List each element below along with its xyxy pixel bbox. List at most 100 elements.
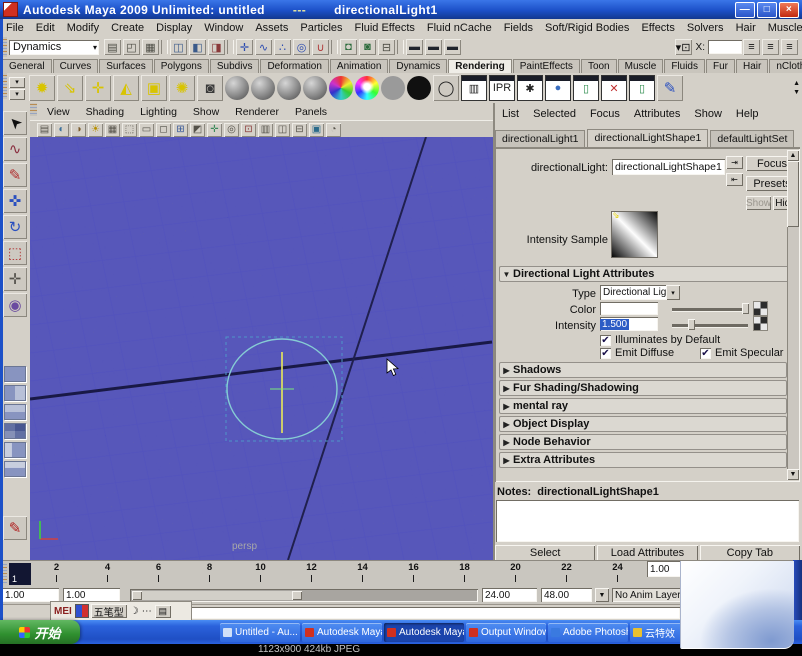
separator[interactable] [161, 40, 168, 54]
render-settings-icon[interactable]: ✱ [517, 75, 543, 101]
fill-mode-icon[interactable]: ◩ [190, 123, 205, 137]
drag-handle[interactable] [30, 103, 37, 116]
exposure-icon[interactable]: ◔ [326, 123, 341, 137]
attribute-editor-menu-item[interactable]: Focus [583, 108, 627, 120]
snap-grid-icon[interactable]: ✛ [236, 39, 253, 55]
soft-keyboard-icon[interactable]: ▤ [155, 605, 171, 618]
menu-item[interactable]: Fields [498, 22, 539, 34]
area-light-icon[interactable]: ▣ [141, 75, 167, 101]
camera-attributes-icon[interactable]: ◎ [224, 123, 239, 137]
separator[interactable] [397, 40, 404, 54]
collapsed-section[interactable]: ▶ Shadows [499, 362, 787, 378]
floating-window[interactable] [680, 561, 794, 649]
xray-icon[interactable]: ✛ [207, 123, 222, 137]
shelf-tab[interactable]: Rendering [448, 59, 511, 73]
output-connection-icon[interactable]: ◙ [359, 39, 376, 55]
select-hierarchy-icon[interactable]: ◫ [170, 39, 187, 55]
plugin-shapes-icon[interactable]: ▣ [309, 123, 324, 137]
attribute-editor-toggle-icon[interactable]: ≡ [743, 39, 760, 55]
copy-tab-button[interactable]: Copy Tab [700, 545, 800, 561]
menu-item[interactable]: Solvers [681, 22, 730, 34]
shelf-tab[interactable]: Toon [581, 59, 617, 73]
scrollbar-thumb[interactable] [787, 161, 799, 227]
range-start-handle[interactable] [132, 591, 142, 600]
hud-icon[interactable]: ⊟ [292, 123, 307, 137]
shelf-tab[interactable]: Curves [53, 59, 99, 73]
use-lights-icon[interactable]: ☀ [88, 123, 103, 137]
scroll-up-icon[interactable]: ▲ [787, 150, 799, 161]
attribute-editor-menu-item[interactable]: Attributes [627, 108, 687, 120]
shelf-tab[interactable]: Fur [706, 59, 735, 73]
start-button[interactable]: 开始 [0, 620, 80, 644]
attribute-editor-tab[interactable]: defaultLightSet [710, 130, 794, 147]
emit-diffuse-checkbox[interactable]: ✔ Emit Diffuse [600, 347, 674, 359]
ambient-light-icon[interactable]: ✹ [29, 75, 55, 101]
layout-single-pane-button[interactable] [4, 366, 26, 382]
playback-end-field[interactable]: 24.00 [482, 588, 537, 602]
shelf-tab[interactable]: Muscle [618, 59, 664, 73]
color-swatch[interactable] [600, 302, 658, 315]
viewport-menu-item[interactable]: Renderer [227, 106, 287, 118]
render-settings-icon[interactable]: ▬ [444, 39, 461, 55]
gate-mask-icon[interactable]: ⊞ [173, 123, 188, 137]
menu-item[interactable]: Window [198, 22, 249, 34]
collapsed-section[interactable]: ▶ Node Behavior [499, 434, 787, 450]
ime-punctuation-icon[interactable]: ⋯ [142, 606, 152, 617]
node-name-field[interactable]: directionalLightShape1 [612, 159, 725, 175]
tool-settings-toggle-icon[interactable]: ≡ [762, 39, 779, 55]
lambert-material-icon[interactable] [277, 76, 301, 100]
shelf-tab[interactable]: Hair [736, 59, 768, 73]
collapsed-section[interactable]: ▶ Extra Attributes [499, 452, 787, 468]
soft-mod-tool-icon[interactable]: ◉ [3, 293, 27, 317]
task-untitled[interactable]: Untitled - Au... [220, 623, 300, 642]
new-scene-icon[interactable]: ▤ [104, 39, 121, 55]
layout-persp-graph-button[interactable] [4, 461, 26, 477]
menu-item[interactable]: Edit [30, 22, 61, 34]
layout-two-panes-side-button[interactable] [4, 385, 26, 401]
film-gate-icon[interactable]: ▭ [139, 123, 154, 137]
viewport-menu-item[interactable]: Panels [287, 106, 335, 118]
menu-item[interactable]: Create [105, 22, 150, 34]
select-object-icon[interactable]: ◧ [189, 39, 206, 55]
construction-history-icon[interactable]: ⊟ [378, 39, 395, 55]
viewport-menu-item[interactable]: Show [185, 106, 227, 118]
render-current-frame-icon[interactable]: ▬ [406, 39, 423, 55]
task-maya-1[interactable]: Autodesk Maya... [302, 623, 382, 642]
open-scene-icon[interactable]: ◰ [123, 39, 140, 55]
shelf-tab[interactable]: Subdivs [210, 59, 260, 73]
separator[interactable] [331, 40, 338, 54]
move-tool-icon[interactable]: ✜ [3, 189, 27, 213]
snap-surface-icon[interactable]: ∪ [312, 39, 329, 55]
range-slider-track[interactable] [130, 589, 478, 602]
collapsed-section[interactable]: ▶ Object Display [499, 416, 787, 432]
color-slider-handle[interactable] [742, 303, 749, 314]
paint-effects-panel-icon[interactable]: ✎ [3, 516, 27, 540]
select-tool-icon[interactable]: ➤ [3, 111, 27, 135]
camera-icon[interactable]: ◙ [197, 75, 223, 101]
shelf-tab[interactable]: Polygons [154, 59, 209, 73]
attribute-editor-tab[interactable]: directionalLight1 [495, 130, 585, 147]
volume-light-icon[interactable]: ✺ [169, 75, 195, 101]
task-output-window[interactable]: Output Window [466, 623, 546, 642]
smooth-shade-icon[interactable]: ◐ [54, 123, 69, 137]
menu-set-dropdown[interactable]: Dynamics ▾ [9, 40, 99, 55]
ime-method-button[interactable]: 五笔型 [91, 604, 127, 618]
select-button[interactable]: Select [495, 545, 595, 561]
intensity-slider-handle[interactable] [688, 319, 695, 330]
range-end-handle[interactable] [292, 591, 302, 600]
timeline-tick[interactable]: 2 [31, 561, 82, 587]
select-component-icon[interactable]: ◨ [208, 39, 225, 55]
shelf-tab[interactable]: Animation [330, 59, 388, 73]
use-background-icon[interactable] [407, 76, 431, 100]
menu-item[interactable]: Effects [635, 22, 680, 34]
separator[interactable] [227, 40, 234, 54]
save-scene-icon[interactable]: ▦ [142, 39, 159, 55]
coordinate-field[interactable] [708, 40, 742, 54]
rotate-tool-icon[interactable]: ↻ [3, 215, 27, 239]
timeline-tick[interactable]: 22 [541, 561, 592, 587]
shelf-tab[interactable]: nCloth [769, 59, 802, 73]
collapsed-section[interactable]: ▶ Fur Shading/Shadowing [499, 380, 787, 396]
menu-item[interactable]: Hair [730, 22, 762, 34]
snap-curve-icon[interactable]: ∿ [255, 39, 272, 55]
menu-item[interactable]: Modify [61, 22, 105, 34]
